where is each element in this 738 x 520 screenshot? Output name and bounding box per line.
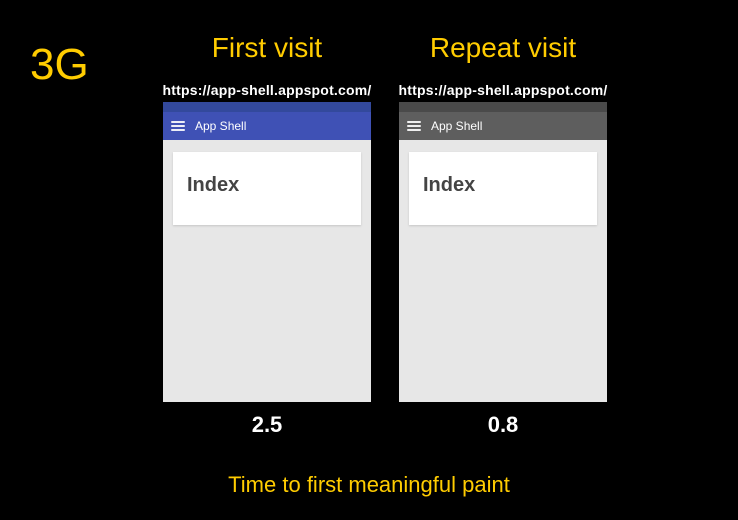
device-screenshot: App Shell Index	[399, 102, 607, 402]
address-url: https://app-shell.appspot.com/	[393, 82, 613, 98]
address-url: https://app-shell.appspot.com/	[157, 82, 377, 98]
status-bar	[163, 102, 371, 112]
status-bar	[399, 102, 607, 112]
app-title: App Shell	[431, 119, 482, 133]
timing-value: 2.5	[157, 412, 377, 438]
hamburger-icon[interactable]	[171, 121, 185, 131]
column-first-visit: First visit https://app-shell.appspot.co…	[157, 32, 377, 438]
slide-caption: Time to first meaningful paint	[0, 472, 738, 498]
page-heading: Index	[423, 174, 583, 197]
app-title: App Shell	[195, 119, 246, 133]
column-repeat-visit: Repeat visit https://app-shell.appspot.c…	[393, 32, 613, 438]
app-toolbar: App Shell	[163, 112, 371, 140]
column-heading: First visit	[157, 32, 377, 64]
network-badge: 3G	[30, 40, 89, 90]
column-heading: Repeat visit	[393, 32, 613, 64]
content-card: Index	[173, 152, 361, 225]
page-heading: Index	[187, 174, 347, 197]
content-card: Index	[409, 152, 597, 225]
device-screenshot: App Shell Index	[163, 102, 371, 402]
app-toolbar: App Shell	[399, 112, 607, 140]
timing-value: 0.8	[393, 412, 613, 438]
hamburger-icon[interactable]	[407, 121, 421, 131]
